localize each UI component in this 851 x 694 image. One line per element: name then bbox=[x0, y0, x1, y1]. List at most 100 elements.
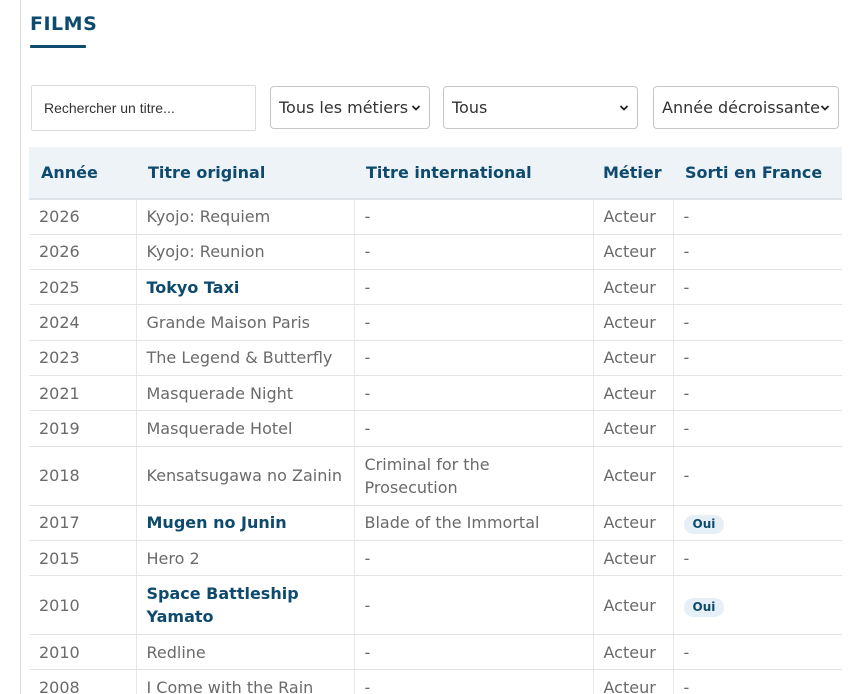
metier-select[interactable]: Tous les métiers bbox=[270, 86, 430, 129]
section-title: FILMS bbox=[30, 13, 98, 35]
table-row: 2018 Kensatsugawa no Zainin Criminal for t… bbox=[29, 446, 842, 506]
section-title-underline bbox=[30, 45, 86, 48]
cell-year: 2026 bbox=[29, 199, 137, 235]
cell-metier: Acteur bbox=[593, 575, 674, 636]
cell-released-in-france: - bbox=[673, 340, 842, 376]
table-row: 2023 The Legend & Butterfly - Acteur - bbox=[29, 340, 842, 376]
cell-year: 2015 bbox=[29, 540, 137, 577]
tous-select-value: Tous bbox=[452, 98, 488, 117]
table-row: 2008 I Come with the Rain - Acteur - bbox=[29, 669, 842, 694]
cell-title: I Come with the Rain bbox=[136, 669, 355, 694]
cell-international-title: - bbox=[354, 410, 594, 447]
column-header-titre-international[interactable]: Titre international bbox=[354, 147, 593, 199]
order-select[interactable]: Année décroissante bbox=[653, 86, 839, 129]
cell-year: 2010 bbox=[29, 575, 137, 636]
table-row: 2025 Tokyo Taxi - Acteur - bbox=[29, 269, 842, 306]
cell-metier: Acteur bbox=[593, 199, 674, 235]
chevron-down-icon bbox=[820, 104, 830, 111]
search-input[interactable] bbox=[31, 85, 256, 131]
cell-international-title: - bbox=[354, 669, 594, 694]
table-header-row: Année Titre original Titre international… bbox=[29, 147, 842, 199]
column-header-sorti-en-france[interactable]: Sorti en France bbox=[673, 147, 842, 199]
cell-international-title: - bbox=[354, 634, 594, 671]
films-table: Année Titre original Titre international… bbox=[29, 147, 842, 694]
cell-year: 2026 bbox=[29, 234, 137, 271]
cell-released-in-france: - bbox=[673, 669, 842, 694]
cell-title: Hero 2 bbox=[136, 540, 355, 577]
cell-year: 2019 bbox=[29, 410, 137, 447]
cell-title: The Legend & Butterfly bbox=[136, 340, 355, 376]
cell-released-in-france: - bbox=[673, 234, 842, 271]
cell-year: 2008 bbox=[29, 669, 137, 694]
cell-title: Kensatsugawa no Zainin bbox=[136, 446, 355, 506]
cell-year: 2017 bbox=[29, 505, 137, 541]
column-header-annee[interactable]: Année bbox=[29, 147, 136, 199]
cell-year: 2010 bbox=[29, 634, 137, 671]
table-row: 2024 Grande Maison Paris - Acteur - bbox=[29, 304, 842, 341]
released-badge: Oui bbox=[683, 515, 725, 535]
cell-released-in-france: - bbox=[673, 540, 842, 577]
cell-year: 2018 bbox=[29, 446, 137, 506]
cell-metier: Acteur bbox=[593, 269, 674, 306]
cell-released-in-france: - bbox=[673, 446, 842, 506]
cell-international-title: Criminal for the Prosecution bbox=[354, 446, 594, 506]
cell-international-title: - bbox=[354, 540, 594, 577]
table-row: 2010 Space Battleship Yamato - Acteur Oui bbox=[29, 575, 842, 636]
table-row: 2010 Redline - Acteur - bbox=[29, 634, 842, 671]
cell-metier: Acteur bbox=[593, 505, 674, 541]
cell-released-in-france: - bbox=[673, 634, 842, 671]
cell-metier: Acteur bbox=[593, 669, 674, 694]
cell-released-in-france: - bbox=[673, 199, 842, 235]
cell-released-in-france: - bbox=[673, 375, 842, 412]
column-header-metier[interactable]: Métier bbox=[593, 147, 673, 199]
cell-title: Redline bbox=[136, 634, 355, 671]
cell-title: Masquerade Night bbox=[136, 375, 355, 412]
table-row: 2026 Kyojo: Reunion - Acteur - bbox=[29, 234, 842, 271]
cell-metier: Acteur bbox=[593, 410, 674, 447]
cell-international-title: - bbox=[354, 199, 594, 235]
cell-year: 2023 bbox=[29, 340, 137, 376]
metier-select-value: Tous les métiers bbox=[279, 98, 409, 117]
column-header-titre-original[interactable]: Titre original bbox=[136, 147, 354, 199]
cell-international-title: - bbox=[354, 575, 594, 636]
cell-released-in-france: Oui bbox=[673, 505, 842, 541]
order-select-value: Année décroissante bbox=[662, 98, 820, 117]
cell-international-title: - bbox=[354, 375, 594, 412]
film-title-link[interactable]: Space Battleship Yamato bbox=[136, 575, 355, 636]
chevron-down-icon bbox=[411, 104, 421, 111]
table-row: 2019 Masquerade Hotel - Acteur - bbox=[29, 410, 842, 447]
cell-metier: Acteur bbox=[593, 304, 674, 341]
chevron-down-icon bbox=[619, 104, 629, 111]
cell-released-in-france: Oui bbox=[673, 575, 842, 636]
cell-international-title: Blade of the Immortal bbox=[354, 505, 594, 541]
table-body: 2026 Kyojo: Requiem - Acteur -2026 Kyojo: Reu… bbox=[29, 199, 842, 694]
cell-title: Grande Maison Paris bbox=[136, 304, 355, 341]
film-title-link[interactable]: Tokyo Taxi bbox=[136, 269, 355, 306]
released-badge: Oui bbox=[683, 597, 725, 617]
tous-select[interactable]: Tous bbox=[443, 86, 638, 129]
cell-international-title: - bbox=[354, 304, 594, 341]
cell-international-title: - bbox=[354, 234, 594, 271]
filter-bar: Tous les métiers Tous Année décroissante bbox=[30, 85, 842, 131]
cell-international-title: - bbox=[354, 340, 594, 376]
cell-metier: Acteur bbox=[593, 234, 674, 271]
cell-released-in-france: - bbox=[673, 304, 842, 341]
table-row: 2026 Kyojo: Requiem - Acteur - bbox=[29, 199, 842, 235]
cell-metier: Acteur bbox=[593, 540, 674, 577]
left-divider bbox=[20, 0, 21, 694]
cell-title: Kyojo: Reunion bbox=[136, 234, 355, 271]
cell-metier: Acteur bbox=[593, 446, 674, 506]
cell-title: Kyojo: Requiem bbox=[136, 199, 355, 235]
table-row: 2021 Masquerade Night - Acteur - bbox=[29, 375, 842, 412]
cell-metier: Acteur bbox=[593, 340, 674, 376]
cell-released-in-france: - bbox=[673, 410, 842, 447]
cell-metier: Acteur bbox=[593, 375, 674, 412]
table-row: 2017 Mugen no Junin Blade of the Immortal A… bbox=[29, 505, 842, 541]
cell-year: 2021 bbox=[29, 375, 137, 412]
film-title-link[interactable]: Mugen no Junin bbox=[136, 505, 355, 541]
table-row: 2015 Hero 2- Acteur - bbox=[29, 540, 842, 577]
cell-released-in-france: - bbox=[673, 269, 842, 306]
cell-international-title: - bbox=[354, 269, 594, 306]
cell-year: 2025 bbox=[29, 269, 137, 306]
cell-year: 2024 bbox=[29, 304, 137, 341]
